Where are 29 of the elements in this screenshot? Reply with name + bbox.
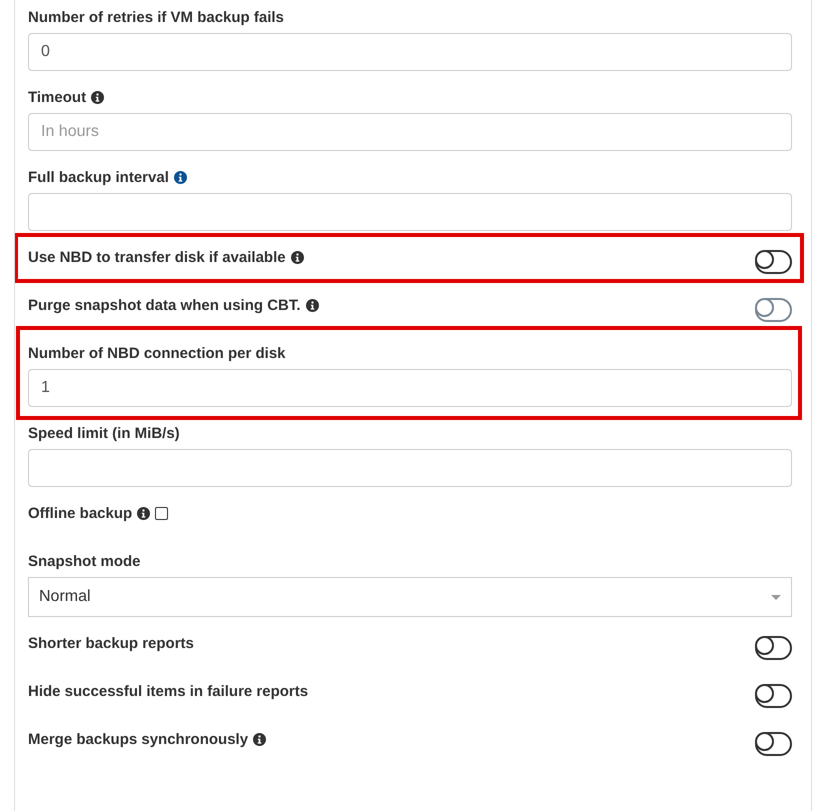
info-icon[interactable] [174, 170, 187, 184]
field-label: Purge snapshot data when using CBT. [28, 296, 301, 314]
checkbox[interactable] [155, 506, 168, 520]
toggle-switch[interactable] [755, 636, 792, 660]
field-label: Use NBD to transfer disk if available [28, 248, 286, 266]
field-label: Number of NBD connection per disk [28, 344, 286, 362]
input-field[interactable]: In hours [28, 113, 792, 151]
field-label: Number of retries if VM backup fails [28, 8, 284, 26]
caret-icon [771, 594, 781, 600]
input-field[interactable]: 0 [28, 33, 792, 71]
field-label: Timeout [28, 88, 86, 106]
field-label: Full backup interval [28, 168, 169, 186]
info-icon[interactable] [253, 732, 266, 746]
field-label: Hide successful items in failure reports [28, 682, 308, 700]
field-label: Speed limit (in MiB/s) [28, 424, 180, 442]
field-label: Snapshot mode [28, 552, 141, 570]
field-label: Offline backup [28, 504, 132, 522]
select-dropdown[interactable]: Normal [28, 577, 792, 617]
input-field[interactable] [28, 449, 792, 487]
toggle-switch[interactable] [755, 732, 792, 756]
info-icon[interactable] [137, 506, 150, 520]
info-icon[interactable] [91, 90, 104, 104]
input-field[interactable] [28, 193, 792, 231]
toggle-switch[interactable] [755, 250, 792, 274]
field-label: Shorter backup reports [28, 634, 194, 652]
input-field[interactable]: 1 [28, 369, 792, 407]
toggle-switch[interactable] [755, 684, 792, 708]
info-icon[interactable] [290, 250, 304, 264]
field-label: Merge backups synchronously [28, 730, 248, 748]
